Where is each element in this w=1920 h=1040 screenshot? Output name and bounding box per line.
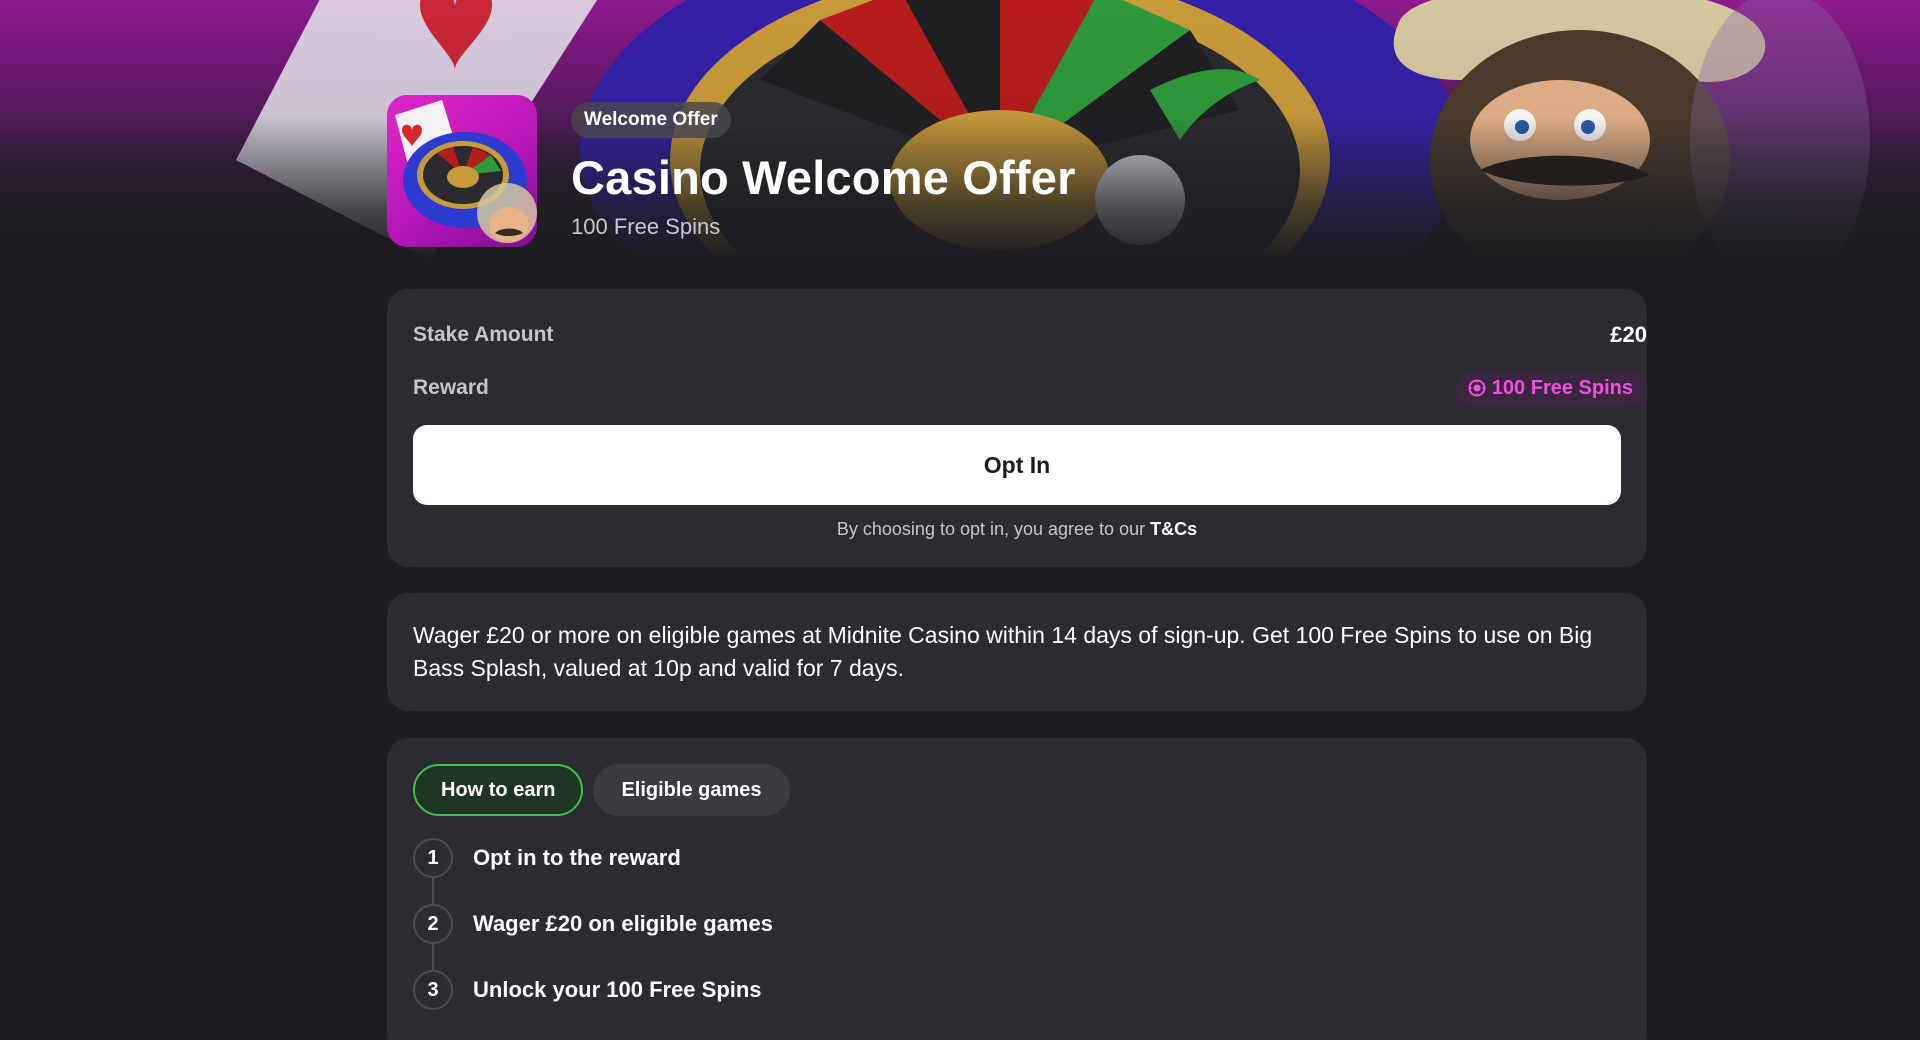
page-subtitle: 100 Free Spins xyxy=(571,214,721,239)
description-card: Wager £20 or more on eligible games at M… xyxy=(387,593,1647,711)
welcome-offer-badge: Welcome Offer xyxy=(571,102,731,138)
step-number: 2 xyxy=(413,904,453,944)
hero-text: Welcome Offer Casino Welcome Offer 100 F… xyxy=(571,102,1076,240)
stake-amount-label: Stake Amount xyxy=(413,323,554,346)
reward-row: Reward 100 Free Spins xyxy=(413,370,1647,406)
stake-amount-value: £20 xyxy=(1610,322,1647,347)
step-item: 2 Wager £20 on eligible games xyxy=(413,904,1621,944)
how-to-earn-card: How to earn Eligible games 1 Opt in to t… xyxy=(387,738,1647,1040)
reward-label: Reward xyxy=(413,376,489,399)
step-number: 1 xyxy=(413,838,453,878)
step-text: Opt in to the reward xyxy=(473,845,681,870)
step-item: 3 Unlock your 100 Free Spins xyxy=(413,970,1621,1010)
terms-link[interactable]: T&Cs xyxy=(1150,519,1197,539)
tab-how-to-earn[interactable]: How to earn xyxy=(413,764,584,816)
tab-eligible-games[interactable]: Eligible games xyxy=(593,764,790,816)
earn-tabs: How to earn Eligible games xyxy=(413,764,1621,816)
step-text: Unlock your 100 Free Spins xyxy=(473,977,762,1002)
earn-steps: 1 Opt in to the reward 2 Wager £20 on el… xyxy=(413,838,1621,1010)
step-item: 1 Opt in to the reward xyxy=(413,838,1621,878)
page-title: Casino Welcome Offer xyxy=(571,151,1076,204)
step-text: Wager £20 on eligible games xyxy=(473,911,773,936)
offer-thumbnail-art xyxy=(395,100,537,243)
step-number: 3 xyxy=(413,970,453,1010)
terms-text: By choosing to opt in, you agree to our xyxy=(836,519,1151,539)
stake-amount-row: Stake Amount £20 xyxy=(413,318,1647,352)
reward-pill: 100 Free Spins xyxy=(1455,370,1647,406)
offer-description: Wager £20 or more on eligible games at M… xyxy=(413,622,1593,681)
terms-notice: By choosing to opt in, you agree to our … xyxy=(387,519,1647,540)
offer-thumbnail xyxy=(387,95,537,247)
opt-in-button[interactable]: Opt In xyxy=(413,425,1621,505)
spin-chip-icon xyxy=(1468,379,1486,397)
reward-value: 100 Free Spins xyxy=(1491,376,1633,399)
hero-content: Welcome Offer Casino Welcome Offer 100 F… xyxy=(387,95,1076,247)
